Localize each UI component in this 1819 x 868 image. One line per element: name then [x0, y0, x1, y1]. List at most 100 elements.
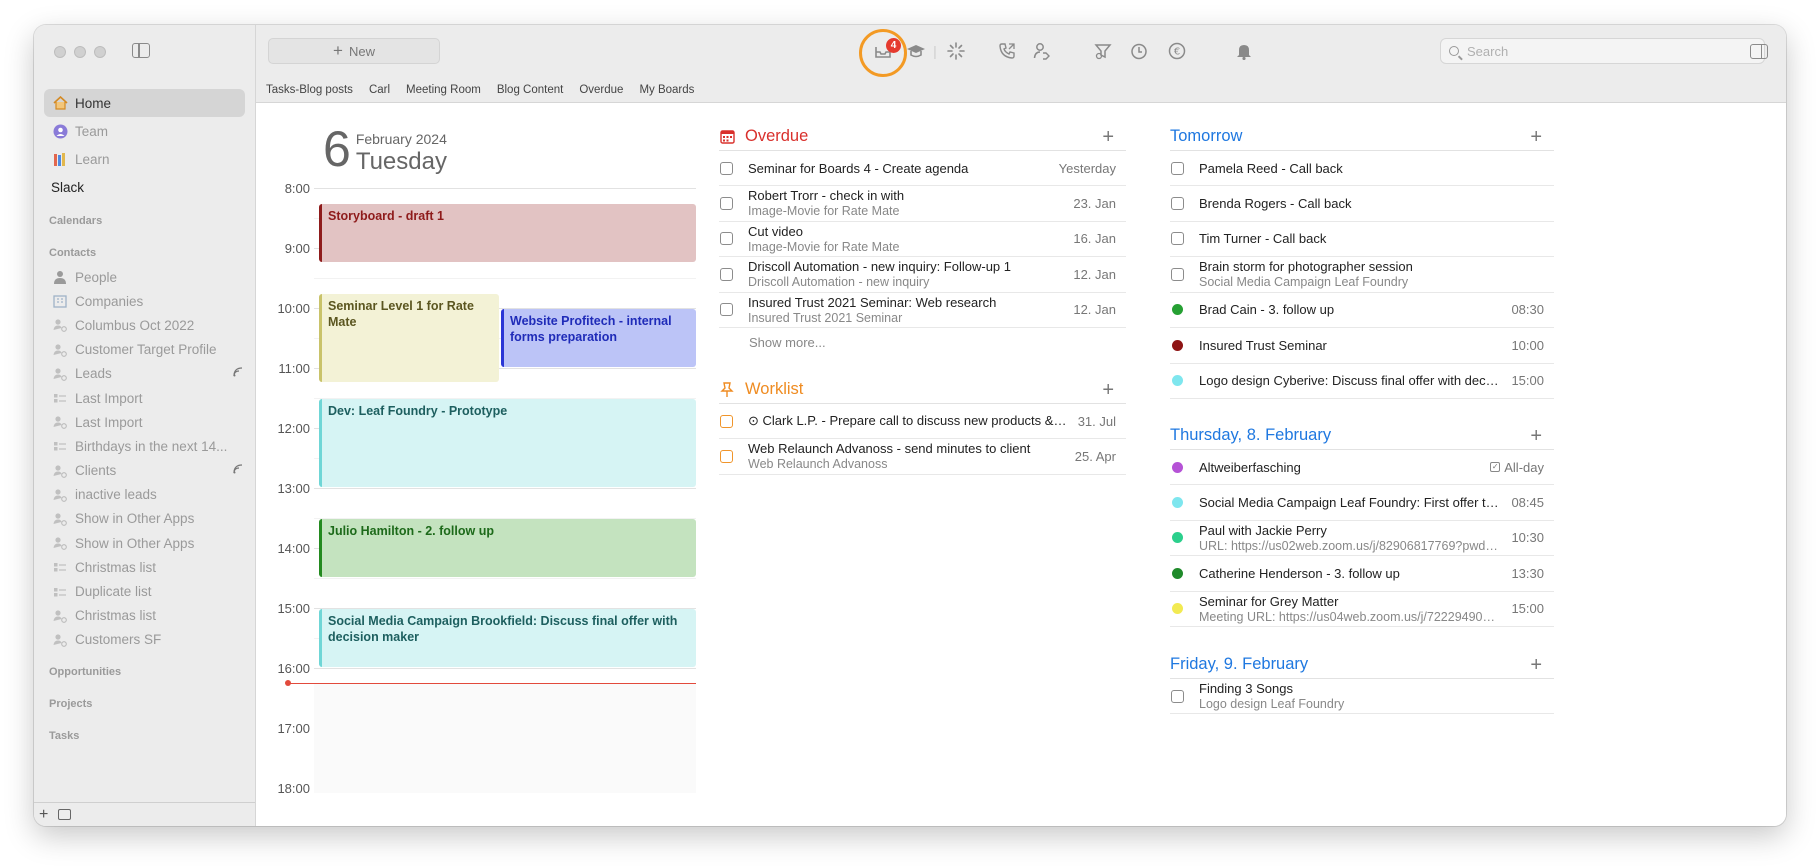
favorite-tasks-blog-posts[interactable]: Tasks-Blog posts: [266, 84, 353, 96]
sidebar-item-last-import[interactable]: Last Import: [44, 410, 245, 434]
favorite-meeting-room[interactable]: Meeting Room: [406, 84, 481, 96]
show-more-link[interactable]: Show more...: [749, 335, 826, 350]
sidebar-section-tasks[interactable]: Tasks: [44, 716, 245, 748]
thursday-item[interactable]: Social Media Campaign Leaf Foundry: Firs…: [1170, 485, 1554, 521]
calendar-event[interactable]: Social Media Campaign Brookfield: Discus…: [319, 609, 696, 667]
favorite-my-boards[interactable]: My Boards: [639, 84, 694, 96]
task-checkbox[interactable]: [720, 232, 733, 246]
favorite-blog-content[interactable]: Blog Content: [497, 84, 564, 96]
hour-label: 16:00: [277, 661, 310, 676]
overdue-title[interactable]: Overdue: [745, 127, 808, 146]
sidebar-item-last-import[interactable]: Last Import: [44, 386, 245, 410]
tomorrow-item[interactable]: Insured Trust Seminar 10:00: [1170, 328, 1554, 364]
sidebar-item-christmas-list[interactable]: Christmas list: [44, 604, 245, 628]
sidebar-item-slack[interactable]: Slack: [44, 173, 245, 201]
sparkle-icon[interactable]: [943, 39, 969, 63]
contact-phone-icon[interactable]: [1029, 39, 1055, 63]
task-checkbox[interactable]: [1171, 267, 1184, 281]
sidebar-section-calendars[interactable]: Calendars: [44, 201, 245, 233]
minimize-window-button[interactable]: [74, 46, 86, 58]
worklist-item[interactable]: Web Relaunch Advanoss - send minutes to …: [719, 439, 1126, 475]
worklist-title[interactable]: Worklist: [745, 380, 803, 399]
sidebar-item-leads[interactable]: Leads: [44, 362, 245, 386]
overdue-item[interactable]: Cut video Image-Movie for Rate Mate 16. Ja…: [719, 222, 1126, 257]
thursday-item[interactable]: Catherine Henderson - 3. follow up 13:30: [1170, 556, 1554, 592]
task-checkbox[interactable]: [720, 303, 733, 317]
sidebar-item-duplicate-list[interactable]: Duplicate list: [44, 579, 245, 603]
thursday-title[interactable]: Thursday, 8. February: [1170, 426, 1331, 445]
sidebar-item-show-in-other-apps[interactable]: Show in Other Apps: [44, 531, 245, 555]
task-checkbox[interactable]: [720, 161, 733, 175]
task-checkbox[interactable]: [1171, 161, 1184, 175]
sidebar-item-team[interactable]: Team: [44, 117, 245, 145]
overdue-item[interactable]: Insured Trust 2021 Seminar: Web research…: [719, 293, 1126, 328]
sidebar-item-columbus-oct-2022[interactable]: Columbus Oct 2022: [44, 313, 245, 337]
overdue-item[interactable]: Driscoll Automation - new inquiry: Follo…: [719, 257, 1126, 293]
task-checkbox[interactable]: [1171, 232, 1184, 246]
euro-icon[interactable]: €: [1164, 39, 1190, 63]
thursday-item[interactable]: Seminar for Grey Matter Meeting URL: http…: [1170, 592, 1554, 627]
calendar-event[interactable]: Julio Hamilton - 2. follow up: [319, 519, 696, 577]
sidebar-item-clients[interactable]: Clients: [44, 459, 245, 483]
add-icon[interactable]: +: [39, 806, 48, 824]
add-worklist-button[interactable]: +: [1102, 379, 1114, 402]
graduation-cap-icon[interactable]: [903, 39, 929, 63]
tomorrow-item[interactable]: Brain storm for photographer session Soci…: [1170, 257, 1554, 293]
sidebar-item-companies[interactable]: Companies: [44, 289, 245, 313]
calendar-event[interactable]: Dev: Leaf Foundry - Prototype: [319, 399, 696, 487]
sidebar-item-birthdays-in-the-next-14[interactable]: Birthdays in the next 14...: [44, 434, 245, 458]
add-overdue-button[interactable]: +: [1102, 126, 1114, 149]
sidebar-item-people[interactable]: People: [44, 265, 245, 289]
calendar-event[interactable]: Website Profitech - internal forms prepa…: [501, 309, 696, 367]
favorite-overdue[interactable]: Overdue: [579, 84, 623, 96]
tomorrow-item[interactable]: Pamela Reed - Call back: [1170, 151, 1554, 186]
hour-row[interactable]: 18:00: [256, 781, 696, 826]
new-button[interactable]: + New: [268, 38, 440, 64]
calendar-event[interactable]: Storyboard - draft 1: [319, 204, 696, 262]
add-friday-button[interactable]: +: [1530, 654, 1542, 677]
add-tomorrow-button[interactable]: +: [1530, 126, 1542, 149]
phone-icon[interactable]: [994, 39, 1020, 63]
tomorrow-title[interactable]: Tomorrow: [1170, 127, 1242, 146]
inspector-toggle-icon[interactable]: [1750, 44, 1768, 59]
task-checkbox[interactable]: [720, 267, 733, 281]
overdue-item[interactable]: Robert Trorr - check in with Image-Movie …: [719, 186, 1126, 222]
sidebar-section-contacts[interactable]: Contacts: [44, 233, 245, 265]
timer-icon[interactable]: [1126, 39, 1152, 63]
sidebar-item-learn[interactable]: Learn: [44, 145, 245, 173]
sidebar-item-customer-target-profile[interactable]: Customer Target Profile: [44, 338, 245, 362]
sidebar-item-show-in-other-apps[interactable]: Show in Other Apps: [44, 507, 245, 531]
tomorrow-item[interactable]: Tim Turner - Call back: [1170, 222, 1554, 257]
task-checkbox[interactable]: [720, 414, 733, 428]
worklist-item[interactable]: ⊙ Clark L.P. - Prepare call to discuss n…: [719, 404, 1126, 439]
sidebar-item-home[interactable]: Home: [44, 89, 245, 117]
task-checkbox[interactable]: [1171, 689, 1184, 703]
sidebar-toggle-icon[interactable]: [132, 43, 150, 58]
friday-title[interactable]: Friday, 9. February: [1170, 655, 1308, 674]
calendar-event[interactable]: Seminar Level 1 for Rate Mate: [319, 294, 499, 382]
close-window-button[interactable]: [54, 46, 66, 58]
tomorrow-item[interactable]: Brad Cain - 3. follow up 08:30: [1170, 293, 1554, 328]
thursday-item[interactable]: Paul with Jackie Perry URL: https://us02w…: [1170, 521, 1554, 556]
thursday-item[interactable]: Altweiberfasching ✓ All-day: [1170, 450, 1554, 485]
add-thursday-button[interactable]: +: [1530, 425, 1542, 448]
sidebar-section-opportunities[interactable]: Opportunities: [44, 652, 245, 684]
tomorrow-item[interactable]: Logo design Cyberive: Discuss final offe…: [1170, 364, 1554, 399]
sidebar-item-christmas-list[interactable]: Christmas list: [44, 555, 245, 579]
calendar-icon[interactable]: [58, 809, 72, 820]
funnel-icon[interactable]: [1090, 39, 1116, 63]
sidebar-section-projects[interactable]: Projects: [44, 684, 245, 716]
task-checkbox[interactable]: [720, 449, 733, 463]
bell-icon[interactable]: [1231, 39, 1257, 63]
task-checkbox[interactable]: [720, 196, 733, 210]
favorite-carl[interactable]: Carl: [369, 84, 390, 96]
search-input[interactable]: [1467, 43, 1747, 59]
zoom-window-button[interactable]: [94, 46, 106, 58]
friday-item[interactable]: Finding 3 Songs Logo design Leaf Foundry: [1170, 679, 1554, 714]
tomorrow-item[interactable]: Brenda Rogers - Call back: [1170, 186, 1554, 222]
overdue-item[interactable]: Seminar for Boards 4 - Create agenda Yest…: [719, 151, 1126, 186]
sidebar-item-inactive-leads[interactable]: inactive leads: [44, 483, 245, 507]
sidebar-item-customers-sf[interactable]: Customers SF: [44, 628, 245, 652]
task-checkbox[interactable]: [1171, 196, 1184, 210]
search-field[interactable]: [1440, 38, 1765, 64]
